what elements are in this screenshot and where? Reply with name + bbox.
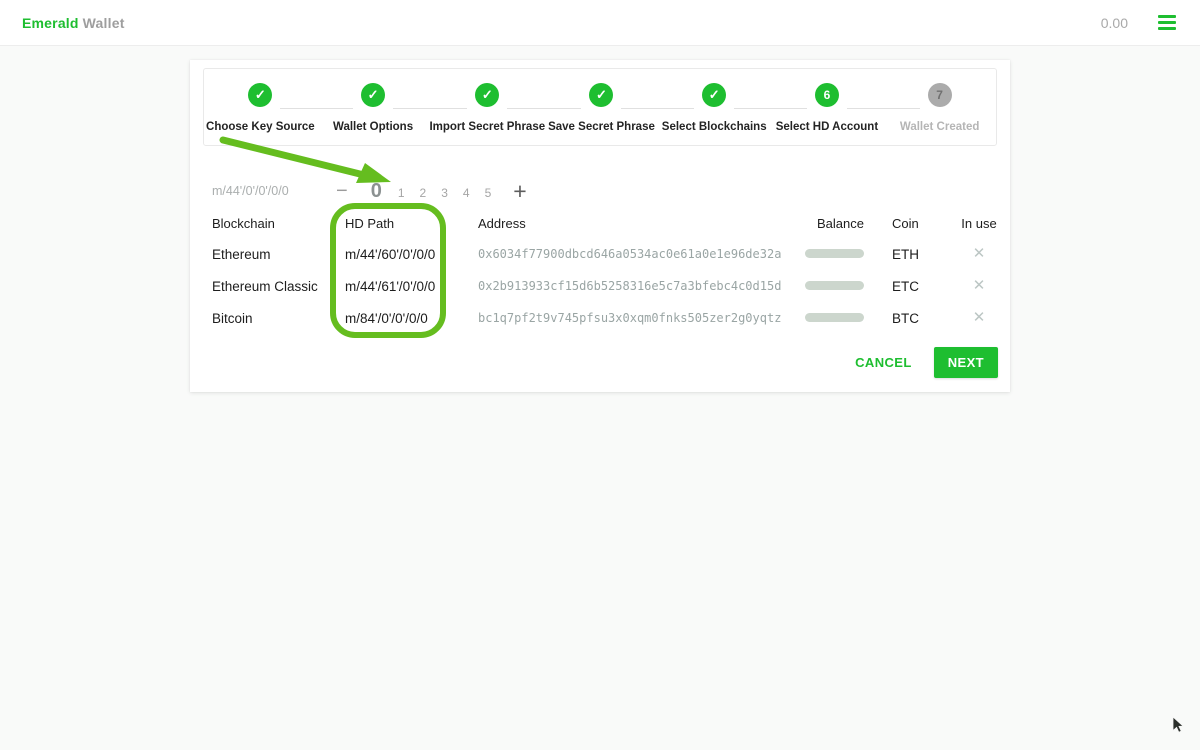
check-icon: ✓	[367, 86, 379, 102]
step-save-secret-phrase: ✓ Save Secret Phrase	[545, 83, 658, 133]
address-value: 0x2b913933cf15d6b5258316e5c7a3bfebc4c0d1…	[478, 279, 782, 293]
accounts-table: Blockchain HD Path Address Balance Coin …	[212, 208, 997, 334]
address-value: bc1q7pf2t9v745pfsu3x0xqm0fnks505zer2g0yq…	[478, 311, 782, 325]
blockchain-name: Ethereum	[212, 246, 271, 262]
base-hd-path: m/44'/0'/0'/0/0	[212, 184, 289, 198]
account-index-4[interactable]: 4	[461, 185, 472, 201]
check-icon: ✓	[481, 86, 493, 102]
col-header-blockchain: Blockchain	[212, 215, 275, 231]
step-import-secret-phrase: ✓ Import Secret Phrase	[429, 83, 545, 133]
not-in-use-x-icon: ✕	[972, 245, 986, 262]
balance-loading	[758, 309, 864, 327]
create-wallet-card: ✓ Choose Key Source ✓ Wallet Options ✓ I…	[190, 60, 1010, 392]
col-header-address: Address	[478, 215, 526, 231]
step-check-circle: ✓	[589, 83, 614, 107]
wizard-stepper: ✓ Choose Key Source ✓ Wallet Options ✓ I…	[203, 68, 997, 146]
step-select-hd-account: 6 Select HD Account	[770, 83, 884, 133]
hd-path-value: m/44'/60'/0'/0/0	[345, 246, 436, 262]
balance-skeleton-bar	[805, 313, 864, 322]
step-label: Select Blockchains	[661, 121, 767, 133]
account-index-1[interactable]: 1	[396, 185, 407, 201]
hd-account-selector: m/44'/0'/0'/0/0 − 0 1 2 3 4 5 +	[212, 174, 712, 208]
account-index-0[interactable]: 0	[368, 181, 385, 201]
account-index-list: 0 1 2 3 4 5	[368, 181, 494, 201]
app-header: Emerald Wallet 0.00	[0, 0, 1200, 46]
check-icon: ✓	[254, 86, 266, 102]
cancel-button[interactable]: CANCEL	[845, 347, 922, 378]
step-label: Select HD Account	[775, 121, 879, 133]
step-check-circle: ✓	[248, 83, 273, 107]
step-check-circle: ✓	[475, 83, 500, 107]
col-header-in-use: In use	[961, 215, 997, 231]
blockchain-name: Bitcoin	[212, 310, 253, 326]
balance-loading	[758, 277, 864, 295]
coin-ticker: ETC	[892, 278, 919, 294]
hd-path-value: m/44'/61'/0'/0/0	[345, 278, 436, 294]
not-in-use-x-icon: ✕	[972, 309, 986, 326]
account-index-3[interactable]: 3	[439, 185, 450, 201]
step-select-blockchains: ✓ Select Blockchains	[657, 83, 771, 133]
col-header-coin: Coin	[892, 215, 919, 231]
account-index-5[interactable]: 5	[483, 185, 494, 201]
menu-icon[interactable]	[1156, 11, 1178, 34]
step-wallet-created: 7 Wallet Created	[883, 83, 996, 133]
check-icon: ✓	[596, 86, 607, 102]
brand-primary: Emerald	[22, 14, 79, 31]
balance-skeleton-bar	[805, 249, 864, 258]
step-number-circle: 7	[927, 83, 952, 107]
hd-path-value: m/84'/0'/0'/0/0	[345, 310, 428, 326]
step-label: Wallet Created	[899, 121, 980, 133]
brand-secondary: Wallet	[82, 14, 125, 31]
mouse-cursor	[1172, 716, 1185, 733]
step-label: Save Secret Phrase	[548, 121, 655, 133]
account-index-2[interactable]: 2	[418, 185, 429, 201]
next-button[interactable]: NEXT	[933, 347, 998, 378]
table-row-ethereum-classic: Ethereum Classic m/44'/61'/0'/0/0 0x2b91…	[212, 270, 988, 302]
step-label: Wallet Options	[333, 121, 414, 133]
in-use-cell: ✕	[948, 309, 1010, 327]
step-number-circle: 6	[814, 83, 839, 107]
increase-account-button[interactable]: +	[507, 178, 532, 205]
coin-ticker: ETH	[892, 246, 919, 262]
step-label: Choose Key Source	[206, 121, 315, 133]
address-value: 0x6034f77900dbcd646a0534ac0e61a0e1e96de3…	[478, 247, 782, 261]
step-wallet-options: ✓ Wallet Options	[316, 83, 430, 133]
total-balance: 0.00	[1100, 14, 1128, 31]
blockchain-name: Ethereum Classic	[212, 278, 318, 294]
col-header-hd-path: HD Path	[345, 215, 395, 231]
coin-ticker: BTC	[892, 310, 919, 326]
table-row-ethereum: Ethereum m/44'/60'/0'/0/0 0x6034f77900db…	[212, 238, 988, 270]
check-icon: ✓	[708, 86, 720, 102]
step-check-circle: ✓	[361, 83, 386, 107]
in-use-cell: ✕	[948, 277, 1010, 295]
wizard-footer: CANCEL NEXT	[845, 347, 998, 378]
app-logo: Emerald Wallet	[22, 15, 125, 31]
not-in-use-x-icon: ✕	[972, 277, 986, 294]
table-header-row: Blockchain HD Path Address Balance Coin …	[212, 208, 997, 238]
col-header-balance: Balance	[817, 215, 864, 231]
balance-loading	[758, 245, 864, 263]
step-label: Import Secret Phrase	[429, 121, 546, 133]
in-use-cell: ✕	[948, 245, 1010, 263]
decrease-account-button[interactable]: −	[328, 180, 356, 203]
step-check-circle: ✓	[702, 83, 727, 107]
balance-skeleton-bar	[805, 281, 864, 290]
step-choose-key-source: ✓ Choose Key Source	[204, 83, 317, 133]
table-row-bitcoin: Bitcoin m/84'/0'/0'/0/0 bc1q7pf2t9v745pf…	[212, 302, 988, 334]
